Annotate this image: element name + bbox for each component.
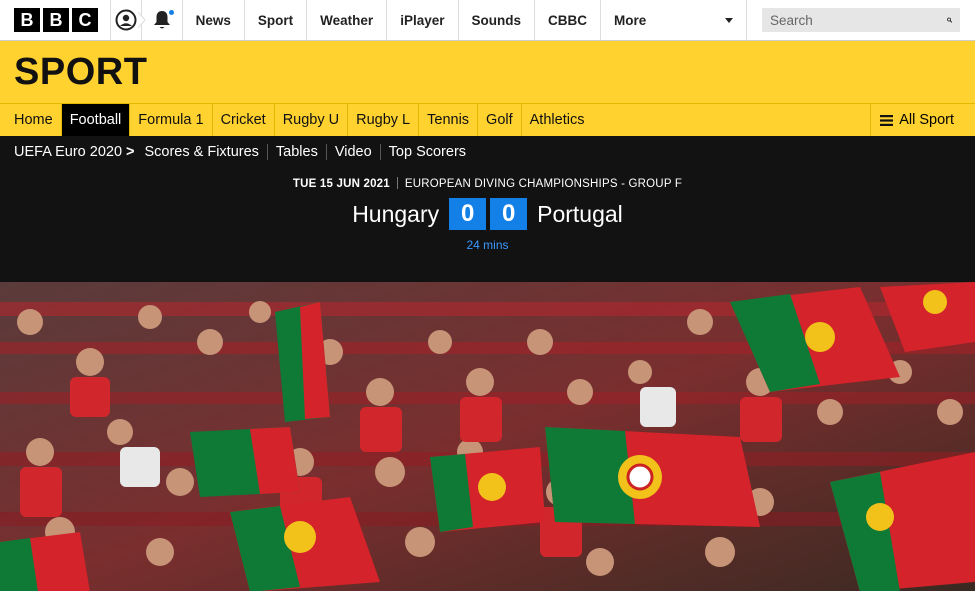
more-label: More (614, 12, 647, 28)
search-box[interactable] (762, 8, 960, 32)
chevron-right-icon: > (126, 144, 135, 160)
search-area (747, 0, 975, 40)
sport-nav-football[interactable]: Football (61, 104, 131, 136)
sport-nav-athletics[interactable]: Athletics (522, 104, 593, 136)
divider (379, 144, 381, 160)
account-icon (115, 9, 137, 31)
away-team[interactable]: Portugal (537, 201, 623, 228)
divider (266, 144, 268, 160)
subnav-video[interactable]: Video (335, 144, 372, 160)
sport-nav-home[interactable]: Home (0, 104, 62, 136)
nav-weather[interactable]: Weather (307, 0, 388, 40)
sport-nav-rugby-union[interactable]: Rugby U (275, 104, 349, 136)
match-date: TUE 15 JUN 2021 (292, 178, 390, 190)
sport-nav-rugby-league[interactable]: Rugby L (348, 104, 420, 136)
logo-letter: B (14, 8, 40, 32)
match-time: 24 mins (466, 238, 509, 252)
logo-letter: C (72, 8, 98, 32)
caret-down-icon (725, 17, 733, 23)
sport-nav-golf[interactable]: Golf (478, 104, 522, 136)
match-meta: TUE 15 JUN 2021 EUROPEAN DIVING CHAMPIONS… (0, 177, 975, 190)
stadium-crowd-image (0, 282, 975, 591)
football-subnav: UEFA Euro 2020 > Scores & Fixtures Table… (0, 136, 975, 168)
nav-more[interactable]: More (601, 0, 747, 40)
account-button[interactable] (111, 0, 146, 40)
sport-nav-formula1[interactable]: Formula 1 (130, 104, 213, 136)
search-input[interactable] (770, 12, 947, 28)
match-summary: TUE 15 JUN 2021 EUROPEAN DIVING CHAMPIONS… (0, 177, 975, 252)
sport-nav: Home Football Formula 1 Cricket Rugby U … (0, 103, 975, 136)
sport-nav-cricket[interactable]: Cricket (213, 104, 275, 136)
nav-iplayer[interactable]: iPlayer (387, 0, 459, 40)
home-score: 0 (449, 198, 487, 230)
sport-nav-tennis[interactable]: Tennis (419, 104, 479, 136)
match-header: UEFA Euro 2020 > Scores & Fixtures Table… (0, 136, 975, 282)
score-boxes: 0 0 (449, 198, 528, 230)
nav-sport[interactable]: Sport (245, 0, 308, 40)
global-nav: News Sport Weather iPlayer Sounds CBBC M… (183, 0, 747, 40)
subnav-section[interactable]: UEFA Euro 2020 (14, 144, 122, 160)
all-sport-button[interactable]: All Sport (870, 104, 975, 136)
bbc-logo[interactable]: B B C (0, 0, 111, 40)
scoreline: Hungary 0 0 Portugal (0, 198, 975, 230)
sport-banner: SPORT (0, 41, 975, 103)
search-icon[interactable] (947, 12, 952, 28)
nav-cbbc[interactable]: CBBC (535, 0, 601, 40)
divider (325, 144, 327, 160)
nav-news[interactable]: News (183, 0, 245, 40)
sport-title[interactable]: SPORT (14, 51, 147, 94)
menu-icon (880, 114, 894, 126)
match-competition[interactable]: EUROPEAN DIVING CHAMPIONSHIPS - GROUP F (405, 178, 682, 190)
logo-letter: B (43, 8, 69, 32)
subnav-scores-fixtures[interactable]: Scores & Fixtures (144, 144, 258, 160)
divider (396, 177, 398, 189)
notifications-button[interactable] (142, 0, 183, 40)
home-team[interactable]: Hungary (352, 201, 439, 228)
global-header: B B C News Sport Weather iPlayer Sounds … (0, 0, 975, 41)
away-score: 0 (490, 198, 528, 230)
subnav-tables[interactable]: Tables (276, 144, 318, 160)
nav-sounds[interactable]: Sounds (459, 0, 535, 40)
notification-dot-icon (168, 10, 174, 15)
crowd-illustration (0, 282, 975, 591)
subnav-top-scorers[interactable]: Top Scorers (389, 144, 466, 160)
all-sport-label: All Sport (899, 112, 954, 128)
flag-icon (545, 427, 760, 527)
